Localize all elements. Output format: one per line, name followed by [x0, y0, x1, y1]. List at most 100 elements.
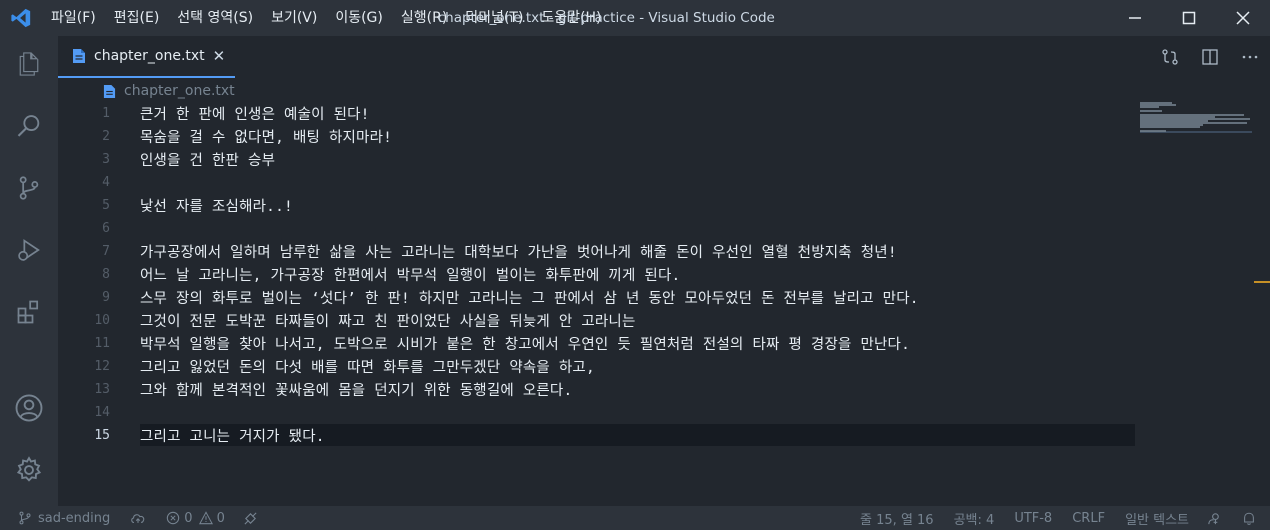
line-number: 13 — [94, 382, 110, 397]
file-icon — [73, 49, 85, 63]
window-title: chapter_one.txt - git-practice - Visual … — [437, 10, 775, 26]
code-line[interactable]: 1 큰거 한 판에 인생은 예술이 된다! — [58, 102, 1158, 125]
explorer-button[interactable] — [0, 40, 58, 88]
feedback-icon — [1208, 512, 1219, 524]
code-line[interactable]: 8 어느 날 고라니는, 가구공장 한편에서 박무석 일행이 벌이는 화투판에 끼… — [58, 263, 1158, 286]
cursor-position[interactable]: 줄 15, 열 16 — [860, 506, 934, 530]
line-text: 낯선 자를 조심해라..! — [140, 199, 293, 215]
feedback-button[interactable] — [1207, 506, 1222, 530]
code-line[interactable]: 4 — [58, 171, 1158, 194]
menu-item-1[interactable]: 편집(E) — [105, 0, 169, 36]
search-button[interactable] — [0, 102, 58, 150]
menu-item-0[interactable]: 파일(F) — [42, 0, 105, 36]
code-line[interactable]: 9 스무 장의 화투로 벌이는 ‘섯다’ 한 판! 하지만 고라니는 그 판에서 … — [58, 286, 1158, 309]
line-text: 그것이 전문 도박꾼 타짜들이 짜고 친 판이었단 사실을 뒤늦게 안 고라니는 — [140, 314, 636, 330]
code-line[interactable]: 3 인생을 건 한판 승부 — [58, 148, 1158, 171]
manage-button[interactable] — [0, 446, 58, 494]
minimap-line — [1140, 110, 1163, 112]
breadcrumb-file: chapter_one.txt — [124, 83, 235, 99]
cloud-upload-icon — [131, 514, 145, 523]
line-text: 가구공장에서 일하며 남루한 삶을 사는 고라니는 대학보다 가난을 벗어나게 … — [140, 245, 897, 261]
line-number: 4 — [102, 175, 110, 190]
run-debug-button[interactable] — [0, 226, 58, 274]
code-line[interactable]: 2 목숨을 걸 수 없다면, 배팅 하지마라! — [58, 125, 1158, 148]
line-text: 어느 날 고라니는, 가구공장 한편에서 박무석 일행이 벌이는 화투판에 끼게… — [140, 268, 681, 284]
scrollbar-cursor-marker — [1254, 281, 1270, 283]
problems-indicator[interactable]: 0 0 — [166, 506, 225, 530]
minimap[interactable] — [1140, 102, 1252, 134]
git-compare-icon — [1162, 49, 1178, 65]
search-icon — [17, 115, 40, 137]
code-line[interactable]: 14 — [58, 401, 1158, 424]
line-text: 그와 함께 본격적인 꽃싸움에 몸을 던지기 위한 동행길에 오른다. — [140, 383, 573, 399]
code-line[interactable]: 11 박무석 일행을 찾아 나서고, 도박으로 시비가 붙은 한 창고에서 우연인… — [58, 332, 1158, 355]
menu-item-4[interactable]: 이동(G) — [326, 0, 392, 36]
split-editor-icon — [1202, 49, 1218, 65]
tab-label: chapter_one.txt — [94, 48, 205, 64]
code-line[interactable]: 7 가구공장에서 일하며 남루한 삶을 사는 고라니는 대학보다 가난을 벗어나게… — [58, 240, 1158, 263]
editor-area[interactable]: 1 큰거 한 판에 인생은 예술이 된다! 2 목숨을 걸 수 없다면, 배팅 하지마… — [58, 102, 1270, 506]
warning-icon — [198, 511, 213, 525]
maximize-button[interactable] — [1162, 0, 1216, 36]
status-bar: sad-ending 0 0 줄 15, 열 16 공백: 4 UTF-8 CR… — [0, 506, 1270, 530]
branch-name: sad-ending — [38, 510, 111, 526]
breadcrumb[interactable]: chapter_one.txt — [103, 80, 235, 102]
notifications-button[interactable] — [1242, 506, 1256, 530]
live-share-button[interactable] — [243, 506, 258, 530]
accounts-button[interactable] — [0, 384, 58, 432]
code-line[interactable]: 5 낯선 자를 조심해라..! — [58, 194, 1158, 217]
code-line[interactable]: 15 그리고 고니는 거지가 됐다. — [58, 424, 1158, 447]
line-number: 1 — [102, 106, 110, 121]
line-number: 9 — [102, 290, 110, 305]
tab-bar: chapter_one.txt ✕ — [58, 36, 1270, 78]
bell-icon — [1244, 512, 1254, 525]
source-control-icon — [19, 176, 39, 200]
split-editor-button[interactable] — [1190, 36, 1230, 78]
minimap-line — [1140, 126, 1200, 128]
activity-bar — [0, 36, 58, 506]
maximize-icon — [1182, 11, 1196, 25]
tab-close-icon[interactable]: ✕ — [213, 47, 226, 65]
menu-item-2[interactable]: 선택 영역(S) — [168, 0, 262, 36]
language-mode[interactable]: 일반 텍스트 — [1125, 506, 1189, 530]
line-number: 12 — [94, 359, 110, 374]
code-line[interactable]: 10 그것이 전문 도박꾼 타짜들이 짜고 친 판이었단 사실을 뒤늦게 안 고라… — [58, 309, 1158, 332]
encoding[interactable]: UTF-8 — [1014, 506, 1052, 530]
source-control-button[interactable] — [0, 164, 58, 212]
open-changes-button[interactable] — [1150, 36, 1190, 78]
window-controls — [1108, 0, 1270, 36]
line-text: 큰거 한 판에 인생은 예술이 된다! — [140, 107, 370, 123]
sync-button[interactable] — [130, 506, 146, 530]
minimize-icon — [1129, 17, 1141, 19]
gear-icon — [16, 456, 42, 482]
git-branch-icon — [19, 511, 31, 525]
line-number: 11 — [94, 336, 110, 351]
vscode-logo-icon — [0, 0, 42, 36]
line-text: 박무석 일행을 찾아 나서고, 도박으로 시비가 붙은 한 창고에서 우연인 듯… — [140, 337, 911, 353]
tab-chapter-one[interactable]: chapter_one.txt ✕ — [58, 36, 235, 78]
minimize-button[interactable] — [1108, 0, 1162, 36]
code-line[interactable]: 13 그와 함께 본격적인 꽃싸움에 몸을 던지기 위한 동행길에 오른다. — [58, 378, 1158, 401]
indentation[interactable]: 공백: 4 — [954, 506, 995, 530]
code-line[interactable]: 12 그리고 잃었던 돈의 다섯 배를 따면 화투를 그만두겠단 약속을 하고, — [58, 355, 1158, 378]
error-icon — [167, 511, 180, 525]
line-number: 7 — [102, 244, 110, 259]
extensions-button[interactable] — [0, 288, 58, 336]
menu-item-3[interactable]: 보기(V) — [262, 0, 326, 36]
close-window-button[interactable] — [1216, 0, 1270, 36]
line-text: 그리고 고니는 거지가 됐다. — [140, 429, 325, 445]
file-icon — [103, 84, 116, 98]
branch-indicator[interactable]: sad-ending — [18, 506, 110, 530]
line-number: 15 — [94, 428, 110, 443]
line-text: 그리고 잃었던 돈의 다섯 배를 따면 화투를 그만두겠단 약속을 하고, — [140, 360, 595, 376]
code-line[interactable]: 6 — [58, 217, 1158, 240]
title-bar: 파일(F) 편집(E) 선택 영역(S) 보기(V) 이동(G) 실행(R) 터미널(T) 도… — [0, 0, 1270, 36]
minimap-line — [1140, 106, 1159, 108]
error-count: 0 — [184, 510, 193, 526]
line-number: 10 — [94, 313, 110, 328]
more-actions-button[interactable] — [1230, 36, 1270, 78]
end-of-line[interactable]: CRLF — [1072, 506, 1105, 530]
run-debug-icon — [18, 239, 40, 261]
close-icon — [1236, 11, 1250, 25]
warning-count: 0 — [216, 510, 225, 526]
